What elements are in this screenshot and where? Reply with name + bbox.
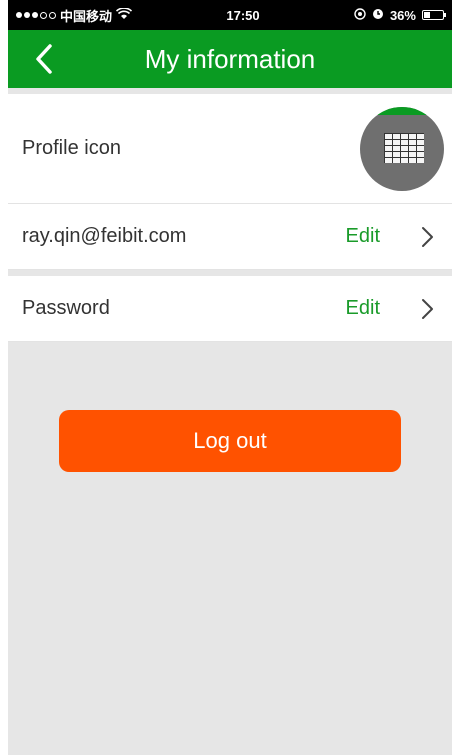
email-edit-button[interactable]: Edit bbox=[346, 225, 380, 248]
logout-button[interactable]: Log out bbox=[59, 410, 401, 472]
signal-dot bbox=[24, 12, 30, 18]
page-title: My information bbox=[144, 43, 316, 74]
phone-screen: 中国移动 17:50 36% My information Profile ic… bbox=[8, 0, 452, 755]
email-row[interactable]: ray.qin@feibit.com Edit bbox=[8, 204, 452, 270]
password-edit-button[interactable]: Edit bbox=[346, 297, 380, 320]
chevron-right-icon bbox=[416, 298, 438, 320]
signal-dot-empty bbox=[40, 11, 47, 19]
chevron-right-icon bbox=[416, 226, 438, 248]
status-time: 17:50 bbox=[226, 7, 260, 23]
battery-fill bbox=[423, 12, 431, 18]
battery-percentage: 36% bbox=[389, 7, 416, 23]
signal-strength-icon bbox=[16, 11, 56, 19]
profile-icon-label: Profile icon bbox=[22, 137, 121, 159]
status-right: 36% bbox=[354, 7, 446, 23]
navigation-bar: My information bbox=[8, 30, 452, 88]
wifi-icon bbox=[115, 6, 133, 23]
password-label: Password bbox=[22, 297, 110, 319]
password-section: Password Edit bbox=[8, 276, 452, 342]
email-value: ray.qin@feibit.com bbox=[22, 225, 187, 247]
back-button[interactable] bbox=[26, 41, 62, 77]
alarm-icon bbox=[372, 8, 384, 23]
signal-dot bbox=[16, 12, 22, 18]
avatar[interactable] bbox=[360, 106, 444, 191]
password-row[interactable]: Password Edit bbox=[8, 276, 452, 342]
avatar-image bbox=[384, 132, 424, 163]
logout-area: Log out bbox=[8, 342, 452, 472]
location-icon bbox=[354, 7, 366, 23]
profile-section: Profile icon bbox=[8, 94, 452, 204]
status-left: 中国移动 bbox=[16, 6, 133, 25]
profile-icon-row[interactable]: Profile icon bbox=[8, 94, 452, 204]
carrier-name: 中国移动 bbox=[60, 8, 113, 24]
email-section: ray.qin@feibit.com Edit bbox=[8, 204, 452, 270]
signal-dot-empty bbox=[49, 11, 56, 19]
battery-icon bbox=[421, 10, 446, 20]
signal-dot bbox=[32, 12, 38, 18]
chevron-left-icon bbox=[36, 44, 52, 74]
status-bar: 中国移动 17:50 36% bbox=[8, 0, 452, 30]
